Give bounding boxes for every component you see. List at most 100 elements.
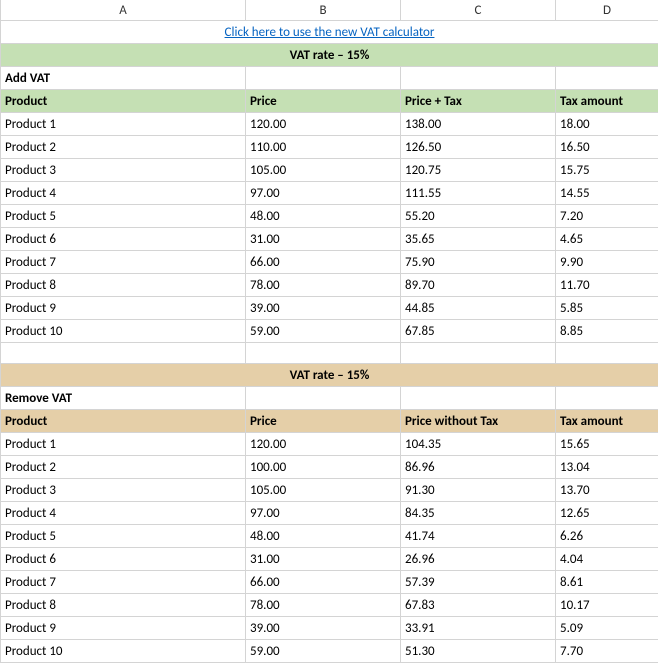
col-header-d[interactable]: D bbox=[556, 0, 658, 21]
cell[interactable]: 13.70 bbox=[556, 479, 658, 502]
cell[interactable]: 5.09 bbox=[556, 617, 658, 640]
cell[interactable]: Product 2 bbox=[1, 136, 246, 159]
cell[interactable]: 39.00 bbox=[246, 617, 401, 640]
cell[interactable]: Product 10 bbox=[1, 320, 246, 343]
cell[interactable]: 120.75 bbox=[401, 159, 556, 182]
remove-header-price: Price bbox=[246, 410, 401, 433]
table-row: Product 7 66.00 57.39 8.61 bbox=[1, 571, 658, 594]
table-row: Product 5 48.00 41.74 6.26 bbox=[1, 525, 658, 548]
cell[interactable]: Product 9 bbox=[1, 617, 246, 640]
cell[interactable]: 39.00 bbox=[246, 297, 401, 320]
cell[interactable]: Product 9 bbox=[1, 297, 246, 320]
cell[interactable]: 13.04 bbox=[556, 456, 658, 479]
cell[interactable]: 97.00 bbox=[246, 502, 401, 525]
remove-vat-rate-label: VAT rate – 15% bbox=[1, 364, 658, 387]
cell[interactable]: 33.91 bbox=[401, 617, 556, 640]
cell[interactable]: 59.00 bbox=[246, 640, 401, 663]
cell[interactable]: 75.90 bbox=[401, 251, 556, 274]
cell[interactable]: 35.65 bbox=[401, 228, 556, 251]
table-row: Product 6 31.00 26.96 4.04 bbox=[1, 548, 658, 571]
cell[interactable]: 67.85 bbox=[401, 320, 556, 343]
cell[interactable]: Product 1 bbox=[1, 433, 246, 456]
cell[interactable]: 120.00 bbox=[246, 433, 401, 456]
cell[interactable]: Product 2 bbox=[1, 456, 246, 479]
cell[interactable]: 84.35 bbox=[401, 502, 556, 525]
col-header-b[interactable]: B bbox=[246, 0, 401, 21]
cell[interactable]: Product 8 bbox=[1, 274, 246, 297]
cell[interactable]: 51.30 bbox=[401, 640, 556, 663]
cell[interactable]: Product 3 bbox=[1, 479, 246, 502]
cell[interactable]: 104.35 bbox=[401, 433, 556, 456]
cell[interactable]: 4.04 bbox=[556, 548, 658, 571]
cell[interactable]: 89.70 bbox=[401, 274, 556, 297]
cell[interactable]: 78.00 bbox=[246, 274, 401, 297]
cell[interactable]: Product 5 bbox=[1, 525, 246, 548]
cell[interactable]: 7.70 bbox=[556, 640, 658, 663]
cell[interactable]: 31.00 bbox=[246, 228, 401, 251]
cell[interactable]: 4.65 bbox=[556, 228, 658, 251]
cell[interactable]: 86.96 bbox=[401, 456, 556, 479]
cell[interactable]: 110.00 bbox=[246, 136, 401, 159]
cell[interactable]: Product 1 bbox=[1, 113, 246, 136]
cell[interactable]: 66.00 bbox=[246, 251, 401, 274]
cell[interactable]: 120.00 bbox=[246, 113, 401, 136]
cell[interactable]: 26.96 bbox=[401, 548, 556, 571]
remove-header-price-no-tax: Price without Tax bbox=[401, 410, 556, 433]
cell[interactable]: Product 4 bbox=[1, 182, 246, 205]
spacer-row bbox=[1, 343, 658, 364]
cell[interactable]: Product 6 bbox=[1, 228, 246, 251]
cell[interactable]: Product 5 bbox=[1, 205, 246, 228]
cell[interactable]: Product 4 bbox=[1, 502, 246, 525]
cell[interactable]: 41.74 bbox=[401, 525, 556, 548]
cell[interactable]: 91.30 bbox=[401, 479, 556, 502]
cell[interactable]: 10.17 bbox=[556, 594, 658, 617]
cell[interactable]: 5.85 bbox=[556, 297, 658, 320]
cell[interactable]: Product 7 bbox=[1, 571, 246, 594]
cell[interactable]: 78.00 bbox=[246, 594, 401, 617]
col-header-c[interactable]: C bbox=[401, 0, 556, 21]
remove-vat-title-row: Remove VAT bbox=[1, 387, 658, 410]
table-row: Product 8 78.00 67.83 10.17 bbox=[1, 594, 658, 617]
cell[interactable]: 8.61 bbox=[556, 571, 658, 594]
cell[interactable]: 111.55 bbox=[401, 182, 556, 205]
cell[interactable]: 31.00 bbox=[246, 548, 401, 571]
cell[interactable]: 67.83 bbox=[401, 594, 556, 617]
cell[interactable]: 100.00 bbox=[246, 456, 401, 479]
cell[interactable]: 9.90 bbox=[556, 251, 658, 274]
cell[interactable]: 105.00 bbox=[246, 479, 401, 502]
cell[interactable]: 8.85 bbox=[556, 320, 658, 343]
table-row: Product 2 110.00 126.50 16.50 bbox=[1, 136, 658, 159]
col-header-a[interactable]: A bbox=[1, 0, 246, 21]
cell[interactable]: 138.00 bbox=[401, 113, 556, 136]
cell[interactable]: 15.75 bbox=[556, 159, 658, 182]
cell[interactable]: 15.65 bbox=[556, 433, 658, 456]
cell[interactable]: 66.00 bbox=[246, 571, 401, 594]
cell[interactable]: 48.00 bbox=[246, 525, 401, 548]
cell[interactable]: Product 3 bbox=[1, 159, 246, 182]
cell[interactable]: 18.00 bbox=[556, 113, 658, 136]
cell[interactable]: 105.00 bbox=[246, 159, 401, 182]
cell[interactable]: 59.00 bbox=[246, 320, 401, 343]
table-row: Product 8 78.00 89.70 11.70 bbox=[1, 274, 658, 297]
vat-calculator-link[interactable]: Click here to use the new VAT calculator bbox=[225, 25, 435, 40]
add-vat-title-row: Add VAT bbox=[1, 67, 658, 90]
cell[interactable]: 55.20 bbox=[401, 205, 556, 228]
cell[interactable]: 6.26 bbox=[556, 525, 658, 548]
cell[interactable]: Product 10 bbox=[1, 640, 246, 663]
cell[interactable]: 48.00 bbox=[246, 205, 401, 228]
cell[interactable]: 97.00 bbox=[246, 182, 401, 205]
cell[interactable]: 126.50 bbox=[401, 136, 556, 159]
cell[interactable]: 57.39 bbox=[401, 571, 556, 594]
cell[interactable]: Product 6 bbox=[1, 548, 246, 571]
cell[interactable]: 7.20 bbox=[556, 205, 658, 228]
table-row: Product 4 97.00 84.35 12.65 bbox=[1, 502, 658, 525]
add-vat-rate-band: VAT rate – 15% bbox=[1, 44, 658, 67]
cell[interactable]: 44.85 bbox=[401, 297, 556, 320]
add-header-product: Product bbox=[1, 90, 246, 113]
cell[interactable]: Product 8 bbox=[1, 594, 246, 617]
cell[interactable]: Product 7 bbox=[1, 251, 246, 274]
cell[interactable]: 12.65 bbox=[556, 502, 658, 525]
cell[interactable]: 16.50 bbox=[556, 136, 658, 159]
cell[interactable]: 14.55 bbox=[556, 182, 658, 205]
cell[interactable]: 11.70 bbox=[556, 274, 658, 297]
